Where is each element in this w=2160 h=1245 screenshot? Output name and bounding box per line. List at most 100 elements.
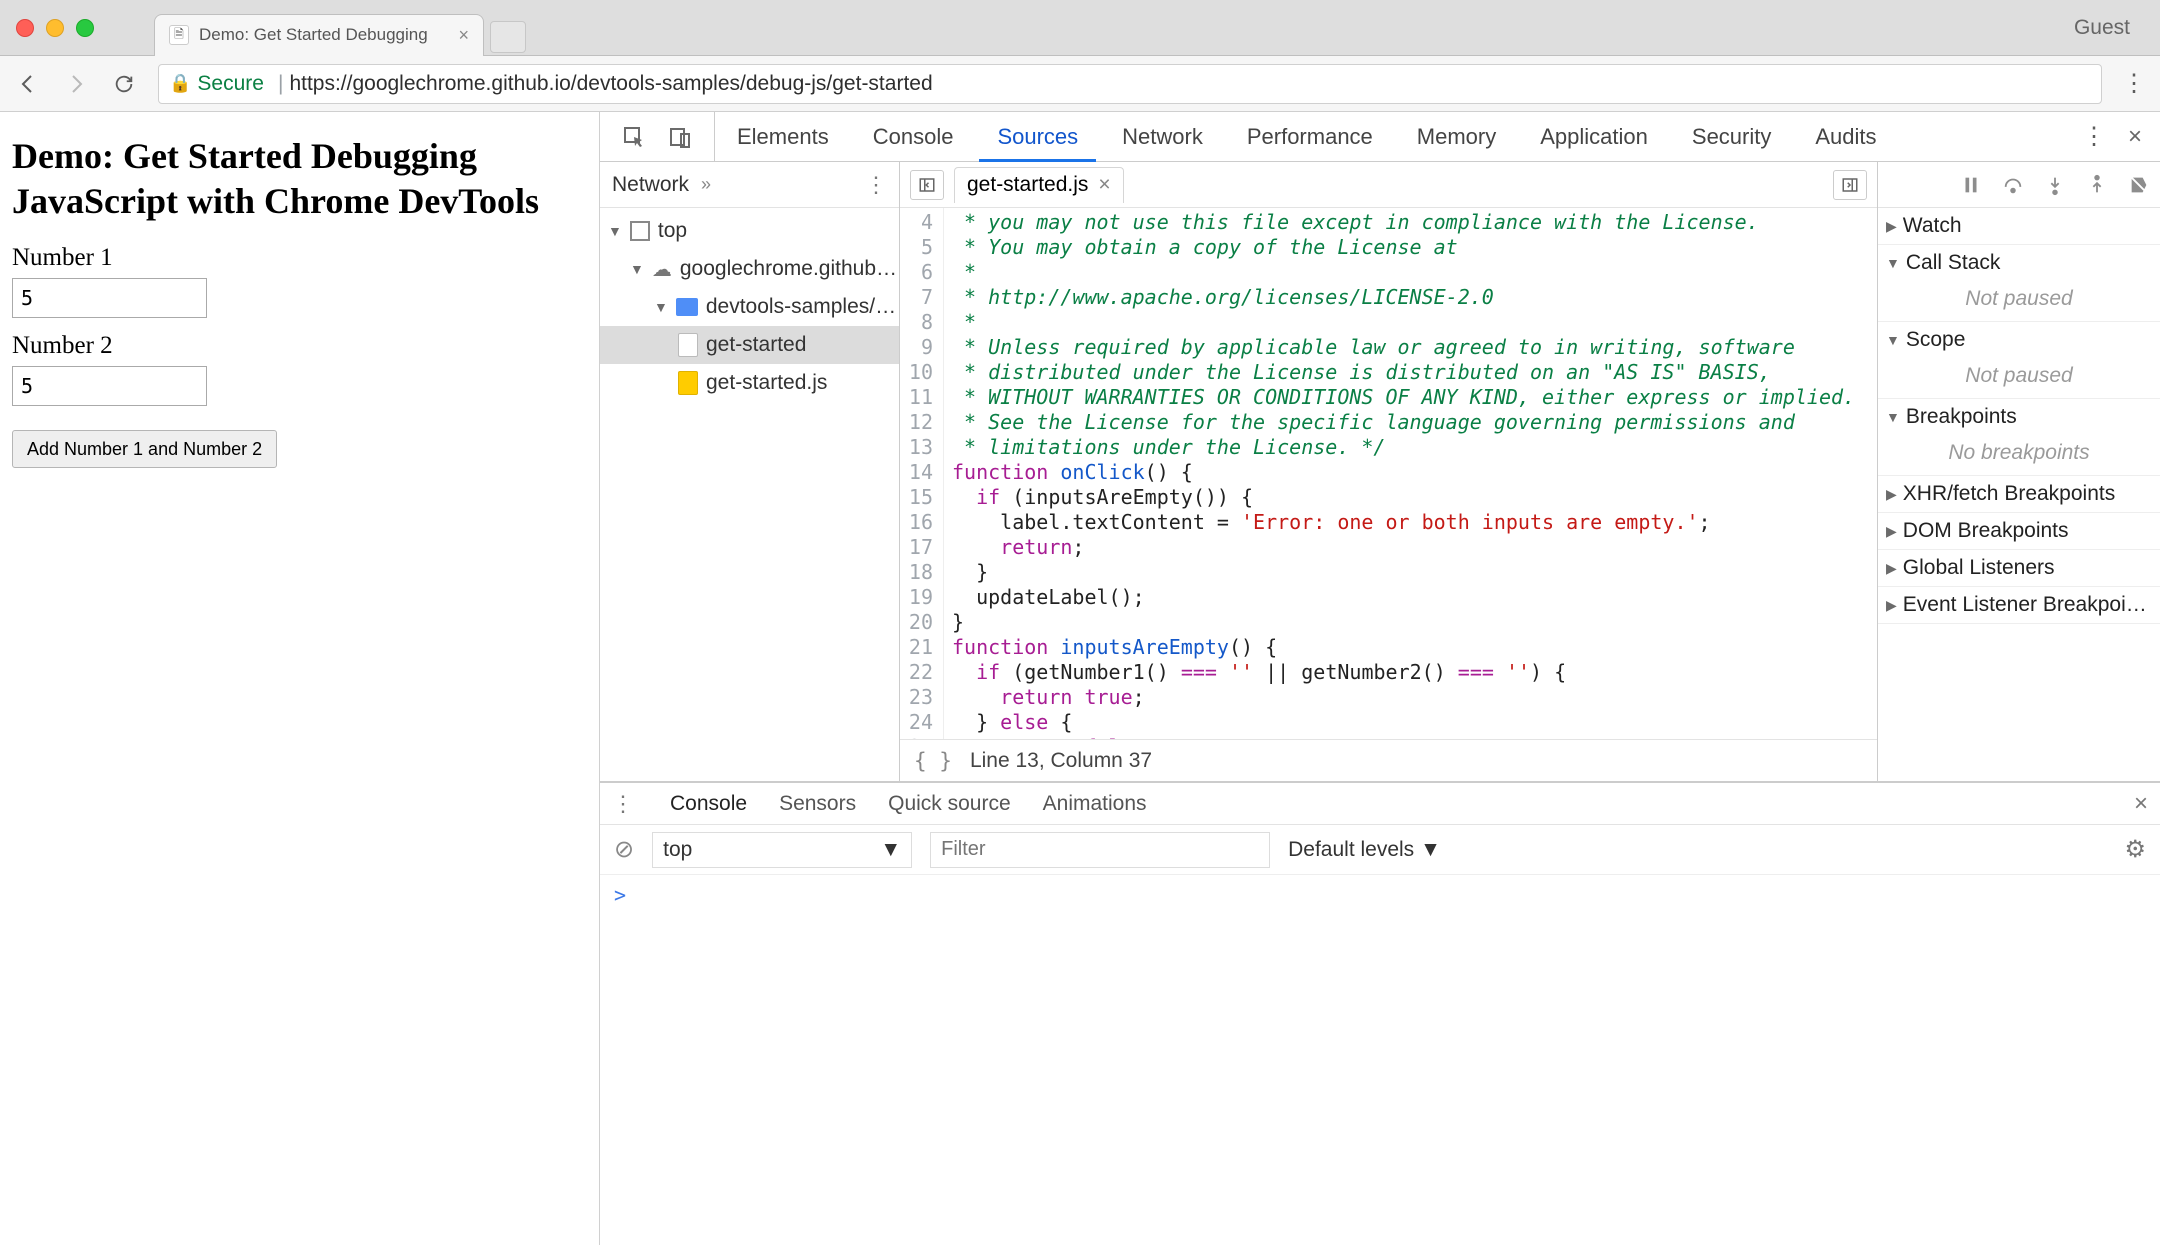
drawer-tab-sensors[interactable]: Sensors [779, 792, 856, 816]
secure-label: Secure [197, 72, 264, 96]
disclosure-triangle-icon[interactable]: ▼ [608, 223, 622, 239]
code-editor[interactable]: 4 5 6 7 8 9 10 11 12 13 14 15 16 17 18 1… [900, 208, 1877, 739]
zoom-window-button[interactable] [76, 19, 94, 37]
devtools-tab-elements[interactable]: Elements [715, 112, 851, 161]
forward-button[interactable] [62, 70, 90, 98]
devtools-tab-security[interactable]: Security [1670, 112, 1793, 161]
deactivate-breakpoints-button[interactable] [2128, 174, 2150, 196]
devtools-panel: ElementsConsoleSourcesNetworkPerformance… [600, 112, 2160, 1245]
sources-navigator: Network » ⋮ ▼ top ▼ ☁ googlechrome.githu… [600, 162, 900, 781]
devtools-tab-console[interactable]: Console [851, 112, 976, 161]
drawer-tab-console[interactable]: Console [670, 792, 747, 816]
address-bar[interactable]: 🔒 Secure | https://googlechrome.github.i… [158, 64, 2102, 104]
editor-status-bar: { } Line 13, Column 37 [900, 739, 1877, 781]
profile-guest-label[interactable]: Guest [2074, 16, 2130, 40]
add-button[interactable]: Add Number 1 and Number 2 [12, 430, 277, 468]
devtools-tab-audits[interactable]: Audits [1793, 112, 1898, 161]
disclosure-triangle-icon[interactable]: ▶ [1886, 597, 1897, 614]
devtools-tab-network[interactable]: Network [1100, 112, 1225, 161]
debugger-section-event-listener-breakpoi-[interactable]: ▶Event Listener Breakpoi… [1878, 587, 2160, 624]
navigator-tree[interactable]: ▼ top ▼ ☁ googlechrome.github… ▼ devtool… [600, 208, 899, 781]
devtools-close-button[interactable]: × [2128, 123, 2142, 151]
console-prompt-icon: > [614, 883, 626, 907]
debugger-section-dom-breakpoints[interactable]: ▶DOM Breakpoints [1878, 513, 2160, 550]
disclosure-triangle-icon[interactable]: ▶ [1886, 523, 1897, 540]
devtools-tab-memory[interactable]: Memory [1395, 112, 1518, 161]
line-gutter[interactable]: 4 5 6 7 8 9 10 11 12 13 14 15 16 17 18 1… [900, 208, 944, 739]
drawer-tab-animations[interactable]: Animations [1043, 792, 1147, 816]
browser-menu-button[interactable]: ⋮ [2122, 69, 2146, 98]
editor-file-tab[interactable]: get-started.js × [954, 167, 1124, 203]
console-toolbar: ⊘ top ▼ Default levels ▼ ⚙ [600, 825, 2160, 875]
close-tab-button[interactable]: × [458, 25, 469, 46]
drawer-tab-quick-source[interactable]: Quick source [888, 792, 1011, 816]
console-filter-input[interactable] [930, 832, 1270, 868]
chevron-down-icon: ▼ [880, 838, 901, 862]
js-file-icon [678, 371, 698, 395]
tree-node-folder[interactable]: ▼ devtools-samples/… [600, 288, 899, 326]
disclosure-triangle-icon[interactable]: ▼ [630, 261, 644, 277]
disclosure-triangle-icon[interactable]: ▼ [1886, 255, 1900, 271]
debugger-section-global-listeners[interactable]: ▶Global Listeners [1878, 550, 2160, 587]
disclosure-triangle-icon[interactable]: ▼ [654, 299, 668, 315]
cursor-position: Line 13, Column 37 [970, 749, 1152, 773]
step-into-button[interactable] [2044, 174, 2066, 196]
toggle-debugger-sidebar-button[interactable] [1833, 170, 1867, 200]
toggle-navigator-button[interactable] [910, 170, 944, 200]
demo-page: Demo: Get Started Debugging JavaScript w… [0, 112, 600, 1245]
devtools-tab-application[interactable]: Application [1518, 112, 1670, 161]
devtools-tab-performance[interactable]: Performance [1225, 112, 1395, 161]
label-number-2: Number 2 [12, 332, 587, 360]
new-tab-button[interactable] [490, 21, 526, 53]
debugger-section-watch[interactable]: ▶Watch [1878, 208, 2160, 245]
devtools-menu-button[interactable]: ⋮ [2082, 122, 2106, 151]
debugger-section-scope[interactable]: ▼ScopeNot paused [1878, 322, 2160, 399]
drawer-menu-button[interactable]: ⋮ [612, 791, 634, 817]
input-number-2[interactable] [12, 366, 207, 406]
disclosure-triangle-icon[interactable]: ▼ [1886, 409, 1900, 425]
inspect-element-icon[interactable] [620, 123, 648, 151]
back-button[interactable] [14, 70, 42, 98]
devtools-tab-sources[interactable]: Sources [975, 112, 1100, 161]
pretty-print-button[interactable]: { } [914, 749, 952, 773]
input-number-1[interactable] [12, 278, 207, 318]
source-editor: get-started.js × 4 5 6 7 8 9 10 11 12 13… [900, 162, 1878, 781]
disclosure-triangle-icon[interactable]: ▼ [1886, 332, 1900, 348]
disclosure-triangle-icon[interactable]: ▶ [1886, 486, 1897, 503]
lock-icon: 🔒 [169, 73, 191, 94]
reload-button[interactable] [110, 70, 138, 98]
disclosure-triangle-icon[interactable]: ▶ [1886, 560, 1897, 577]
url-text: https://googlechrome.github.io/devtools-… [289, 72, 932, 96]
navigator-menu-button[interactable]: ⋮ [865, 172, 887, 198]
step-out-button[interactable] [2086, 174, 2108, 196]
console-context-select[interactable]: top ▼ [652, 832, 912, 868]
debugger-section-breakpoints[interactable]: ▼BreakpointsNo breakpoints [1878, 399, 2160, 476]
navigator-mode[interactable]: Network [612, 173, 689, 197]
disclosure-triangle-icon[interactable]: ▶ [1886, 218, 1897, 235]
step-over-button[interactable] [2002, 174, 2024, 196]
clear-console-button[interactable]: ⊘ [614, 835, 634, 864]
browser-tab[interactable]: 🗎 Demo: Get Started Debugging × [154, 14, 484, 56]
tree-file-get-started[interactable]: get-started [600, 326, 899, 364]
console-levels-select[interactable]: Default levels ▼ [1288, 838, 1441, 862]
devtools-tabstrip: ElementsConsoleSourcesNetworkPerformance… [600, 112, 2160, 162]
navigator-more-tabs[interactable]: » [701, 174, 711, 195]
console-input[interactable]: > [600, 875, 2160, 1245]
toggle-device-toolbar-icon[interactable] [666, 123, 694, 151]
close-file-tab-button[interactable]: × [1098, 173, 1110, 197]
debugger-section-call-stack[interactable]: ▼Call StackNot paused [1878, 245, 2160, 322]
label-number-1: Number 1 [12, 244, 587, 272]
pause-button[interactable] [1960, 174, 1982, 196]
tree-file-get-started-js[interactable]: get-started.js [600, 364, 899, 402]
debugger-section-xhr-fetch-breakpoints[interactable]: ▶XHR/fetch Breakpoints [1878, 476, 2160, 513]
code-content[interactable]: * you may not use this file except in co… [944, 208, 1877, 739]
close-drawer-button[interactable]: × [2134, 790, 2148, 818]
drawer-tabstrip: ⋮ Console Sensors Quick source Animations × [600, 783, 2160, 825]
tree-node-origin[interactable]: ▼ ☁ googlechrome.github… [600, 250, 899, 288]
close-window-button[interactable] [16, 19, 34, 37]
page-title: Demo: Get Started Debugging JavaScript w… [12, 134, 587, 224]
console-settings-button[interactable]: ⚙ [2124, 835, 2146, 864]
tree-node-top[interactable]: ▼ top [600, 212, 899, 250]
minimize-window-button[interactable] [46, 19, 64, 37]
editor-file-tab-label: get-started.js [967, 173, 1088, 197]
